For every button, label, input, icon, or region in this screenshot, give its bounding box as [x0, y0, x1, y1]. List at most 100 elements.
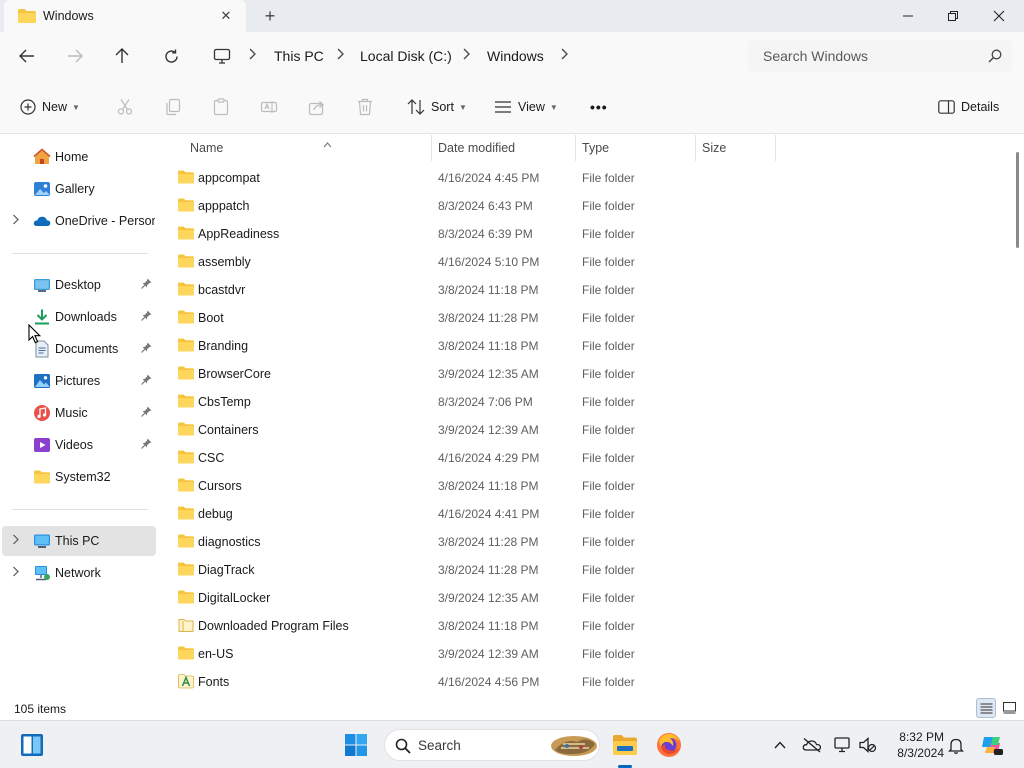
breadcrumb-local-disk[interactable]: Local Disk (C:)	[360, 48, 452, 64]
firefox-taskbar-button[interactable]	[653, 729, 685, 761]
details-button[interactable]: Details	[938, 95, 999, 119]
sidebar-item-desktop[interactable]: Desktop	[2, 270, 156, 300]
chevron-right-icon[interactable]	[12, 214, 19, 228]
table-row[interactable]: Downloaded Program Files 3/8/2024 11:18 P…	[172, 612, 772, 640]
chevron-down-icon: ▼	[549, 102, 558, 112]
column-header-type[interactable]: Type	[576, 135, 695, 161]
delete-button[interactable]	[357, 95, 373, 119]
maximize-button[interactable]	[930, 0, 976, 32]
sidebar-item-onedrive[interactable]: OneDrive - Personal	[2, 206, 156, 236]
chevron-right-icon[interactable]	[12, 566, 19, 580]
new-tab-button[interactable]: +	[258, 6, 282, 26]
pin-icon[interactable]	[141, 342, 152, 356]
table-row[interactable]: DiagTrack 3/8/2024 11:28 PM File folder	[172, 556, 772, 584]
monitor-network-icon	[834, 737, 850, 753]
up-button[interactable]	[108, 44, 136, 68]
sort-button[interactable]: Sort ▼	[407, 95, 467, 119]
sort-icon	[407, 99, 425, 115]
network-tray-button[interactable]	[833, 735, 853, 755]
back-button[interactable]	[13, 44, 41, 68]
table-row[interactable]: AppReadiness 8/3/2024 6:39 PM File folder	[172, 220, 772, 248]
vertical-scrollbar[interactable]	[1012, 135, 1024, 695]
show-hidden-icons-button[interactable]	[770, 735, 790, 755]
volume-tray-button[interactable]	[858, 735, 878, 755]
sidebar-item-this-pc[interactable]: This PC	[2, 526, 156, 556]
table-row[interactable]: assembly 4/16/2024 5:10 PM File folder	[172, 248, 772, 276]
sidebar-item-music[interactable]: Music	[2, 398, 156, 428]
pin-icon[interactable]	[141, 374, 152, 388]
table-row[interactable]: Fonts 4/16/2024 4:56 PM File folder	[172, 668, 772, 696]
table-row[interactable]: CbsTemp 8/3/2024 7:06 PM File folder	[172, 388, 772, 416]
clock[interactable]: 8:32 PM 8/3/2024	[888, 729, 944, 761]
table-row[interactable]: en-US 3/9/2024 12:39 AM File folder	[172, 640, 772, 668]
table-row[interactable]: BrowserCore 3/9/2024 12:35 AM File folder	[172, 360, 772, 388]
table-row[interactable]: Containers 3/9/2024 12:39 AM File folder	[172, 416, 772, 444]
table-row[interactable]: Cursors 3/8/2024 11:18 PM File folder	[172, 472, 772, 500]
widgets-button[interactable]	[16, 729, 48, 761]
notifications-button[interactable]	[946, 735, 966, 755]
table-row[interactable]: CSC 4/16/2024 4:29 PM File folder	[172, 444, 772, 472]
search-box[interactable]	[748, 40, 1012, 72]
sidebar-item-home[interactable]: Home	[2, 142, 156, 172]
details-view-button[interactable]	[976, 698, 996, 718]
address-bar[interactable]: This PC Local Disk (C:) Windows	[200, 40, 736, 72]
rename-button[interactable]	[260, 95, 278, 119]
sidebar-item-pictures[interactable]: Pictures	[2, 366, 156, 396]
pin-icon[interactable]	[141, 406, 152, 420]
start-button[interactable]	[340, 729, 372, 761]
column-header-name[interactable]: Name	[182, 135, 432, 161]
column-header-date-modified[interactable]: Date modified	[432, 135, 576, 161]
table-row[interactable]: DigitalLocker 3/9/2024 12:35 AM File folde…	[172, 584, 772, 612]
sidebar-item-label: Home	[55, 150, 89, 164]
pin-icon[interactable]	[141, 438, 152, 452]
cut-button[interactable]	[116, 95, 134, 119]
column-header-size[interactable]: Size	[696, 135, 775, 161]
sidebar-item-videos[interactable]: Videos	[2, 430, 156, 460]
sidebar-item-documents[interactable]: Documents	[2, 334, 156, 364]
scrollbar-thumb[interactable]	[1016, 152, 1019, 248]
paste-button[interactable]	[212, 95, 230, 119]
chevron-right-icon[interactable]	[12, 534, 19, 548]
close-window-button[interactable]	[976, 0, 1022, 32]
table-row[interactable]: appcompat 4/16/2024 4:45 PM File folder	[172, 164, 772, 192]
search-input[interactable]	[748, 40, 1012, 72]
chevron-right-icon[interactable]	[560, 48, 568, 63]
breadcrumb-this-pc[interactable]: This PC	[274, 48, 324, 64]
share-button[interactable]	[308, 95, 326, 119]
table-row[interactable]: apppatch 8/3/2024 6:43 PM File folder	[172, 192, 772, 220]
sidebar-item-downloads[interactable]: Downloads	[2, 302, 156, 332]
tiles-view-button[interactable]	[999, 698, 1019, 718]
sidebar-item-system32[interactable]: System32	[2, 462, 156, 492]
onedrive-tray-button[interactable]	[802, 735, 822, 755]
file-explorer-taskbar-button[interactable]	[609, 729, 641, 761]
copy-button[interactable]	[164, 95, 182, 119]
table-row[interactable]: Branding 3/8/2024 11:18 PM File folder	[172, 332, 772, 360]
breadcrumb-windows[interactable]: Windows	[487, 48, 544, 64]
search-highlight-image[interactable]	[549, 732, 599, 761]
folder-icon	[178, 338, 194, 355]
refresh-button[interactable]	[157, 44, 185, 68]
copilot-button[interactable]	[980, 733, 1004, 757]
chevron-down-icon: ▼	[458, 102, 467, 112]
clock-date: 8/3/2024	[897, 746, 944, 760]
close-tab-icon[interactable]: ✕	[216, 6, 236, 26]
file-type: File folder	[582, 591, 635, 605]
pin-icon[interactable]	[141, 310, 152, 324]
minimize-button[interactable]	[885, 0, 931, 32]
table-row[interactable]: debug 4/16/2024 4:41 PM File folder	[172, 500, 772, 528]
sidebar-item-gallery[interactable]: Gallery	[2, 174, 156, 204]
view-button[interactable]: View ▼	[494, 95, 558, 119]
table-row[interactable]: Boot 3/8/2024 11:28 PM File folder	[172, 304, 772, 332]
table-row[interactable]: diagnostics 3/8/2024 11:28 PM File folder	[172, 528, 772, 556]
sidebar-item-label: This PC	[55, 534, 100, 548]
column-divider[interactable]	[775, 135, 776, 161]
table-row[interactable]: bcastdvr 3/8/2024 11:18 PM File folder	[172, 276, 772, 304]
more-options-button[interactable]: •••	[590, 95, 608, 119]
sidebar-item-network[interactable]: Network	[2, 558, 156, 588]
taskbar-search[interactable]: Search	[384, 729, 600, 761]
pin-icon[interactable]	[141, 278, 152, 292]
network-icon	[33, 564, 51, 582]
forward-button[interactable]	[61, 44, 89, 68]
new-button[interactable]: New ▼	[20, 95, 80, 119]
tab-windows[interactable]: Windows ✕	[4, 0, 246, 32]
